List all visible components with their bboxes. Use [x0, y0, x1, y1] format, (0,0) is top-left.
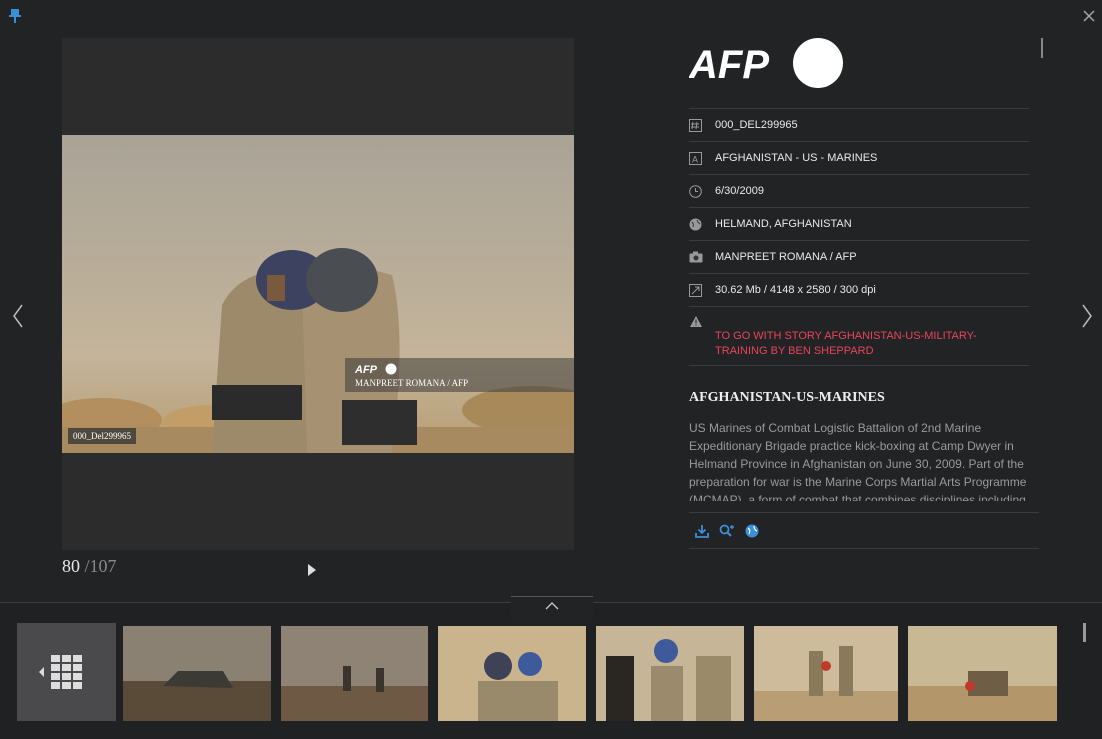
title-icon: A: [689, 151, 702, 165]
meta-size: 30.62 Mb / 4148 x 2580 / 300 dpi: [715, 284, 876, 296]
meta-row-location: HELMAND, AFGHANISTAN: [689, 207, 1029, 240]
thumbnail-5[interactable]: [754, 626, 898, 721]
clock-icon: [689, 184, 702, 198]
camera-icon: [689, 251, 703, 263]
afp-watermark-logo: AFP: [355, 363, 397, 376]
next-arrow-icon[interactable]: [1079, 303, 1095, 329]
thumbnail-1[interactable]: [123, 626, 271, 721]
meta-row-warning: TO GO WITH STORY AFGHANISTAN-US-MILITARY…: [689, 306, 1029, 366]
globe-location-icon: [689, 218, 702, 230]
meta-row-date: 6/30/2009: [689, 174, 1029, 207]
meta-row-size: 30.62 Mb / 4148 x 2580 / 300 dpi: [689, 273, 1029, 306]
info-scrollbar[interactable]: [1041, 38, 1043, 58]
meta-row-id: 000_DEL299965: [689, 108, 1029, 141]
play-icon[interactable]: [307, 563, 317, 577]
strip-scrollbar[interactable]: [1083, 623, 1086, 642]
total-count: /107: [84, 556, 117, 576]
svg-text:AFP: AFP: [689, 43, 769, 87]
download-icon[interactable]: [695, 524, 709, 538]
similar-search-icon[interactable]: [719, 524, 735, 538]
previous-arrow-icon[interactable]: [10, 303, 26, 329]
thumbnail-6[interactable]: [908, 626, 1057, 721]
image-viewer[interactable]: AFP MANPREET ROMANA / AFP 000_Del299965: [62, 38, 574, 550]
photo-reference-tag: 000_Del299965: [68, 428, 136, 444]
current-index: 80: [62, 556, 80, 576]
hash-icon: [689, 118, 702, 132]
meta-location: HELMAND, AFGHANISTAN: [715, 218, 852, 230]
pin-icon[interactable]: [9, 8, 21, 24]
grid-back-icon[interactable]: [39, 655, 84, 689]
meta-row-credit: MANPREET ROMANA / AFP: [689, 240, 1029, 273]
meta-date: 6/30/2009: [715, 185, 764, 197]
chevron-up-icon[interactable]: [545, 602, 559, 610]
thumbnail-2[interactable]: [281, 626, 428, 721]
watermark-credit: MANPREET ROMANA / AFP: [355, 378, 469, 388]
svg-text:A: A: [692, 154, 698, 164]
image-counter: 80 /107: [62, 556, 117, 577]
action-bar: [689, 512, 1039, 549]
metadata-list: 000_DEL299965 A AFGHANISTAN - US - MARIN…: [689, 108, 1029, 366]
photo-watermark: AFP MANPREET ROMANA / AFP: [345, 358, 574, 392]
meta-warning: TO GO WITH STORY AFGHANISTAN-US-MILITARY…: [715, 330, 977, 357]
resize-icon: [689, 283, 702, 297]
globe-icon[interactable]: [745, 524, 759, 538]
grid-view-button[interactable]: [17, 623, 116, 721]
thumbnail-4[interactable]: [596, 626, 744, 721]
headline: AFGHANISTAN-US-MARINES: [689, 390, 885, 405]
collapse-strip-tab[interactable]: [511, 596, 593, 619]
meta-id: 000_DEL299965: [715, 119, 798, 131]
meta-title: AFGHANISTAN - US - MARINES: [715, 152, 878, 164]
meta-credit: MANPREET ROMANA / AFP: [715, 251, 857, 263]
meta-row-title: A AFGHANISTAN - US - MARINES: [689, 141, 1029, 174]
thumbnail-3[interactable]: [438, 626, 586, 721]
svg-text:AFP: AFP: [355, 364, 378, 376]
close-icon[interactable]: [1082, 9, 1096, 23]
main-photo[interactable]: AFP MANPREET ROMANA / AFP 000_Del299965: [62, 135, 574, 453]
afp-logo: AFP: [689, 38, 843, 88]
caption-text: US Marines of Combat Logistic Battalion …: [689, 421, 1027, 501]
